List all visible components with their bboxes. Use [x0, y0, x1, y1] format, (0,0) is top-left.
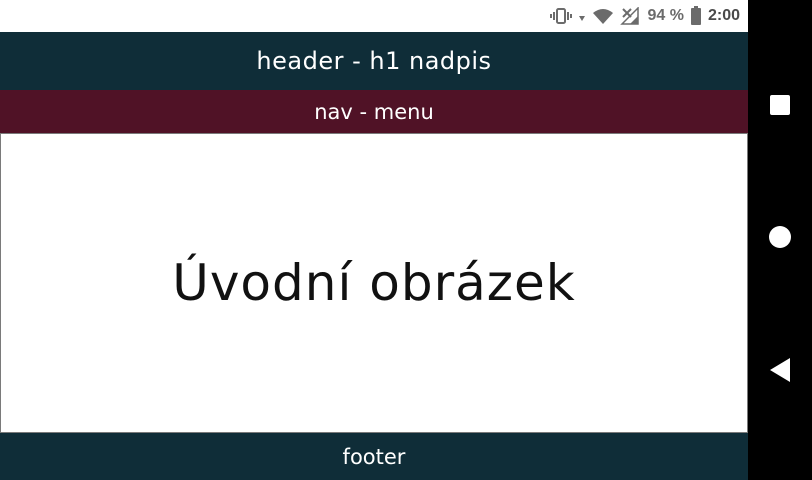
hero-text: Úvodní obrázek: [172, 254, 576, 312]
nav-menu-label[interactable]: nav - menu: [314, 100, 434, 124]
status-icons: 94 % 2:00: [549, 0, 740, 32]
home-icon: [768, 225, 792, 253]
nav-menu[interactable]: nav - menu: [0, 90, 748, 133]
cellular-signal-icon: [619, 7, 640, 25]
clock: 2:00: [707, 7, 740, 24]
vibrate-icon: [549, 7, 572, 25]
data-arrow-icon: [578, 7, 586, 25]
recents-icon: [769, 94, 791, 120]
hero-image-placeholder: Úvodní obrázek: [0, 133, 748, 433]
page-header: header - h1 nadpis: [0, 32, 748, 90]
home-button[interactable]: [748, 207, 812, 271]
page-footer: footer: [0, 433, 748, 480]
system-nav-bar: [748, 0, 812, 480]
recents-button[interactable]: [748, 75, 812, 139]
footer-label: footer: [342, 444, 406, 469]
battery-percent: 94 %: [647, 7, 684, 24]
back-icon: [768, 357, 792, 387]
status-bar: 94 % 2:00: [0, 0, 748, 32]
wifi-icon: [592, 7, 614, 25]
back-button[interactable]: [748, 340, 812, 404]
battery-icon: [690, 6, 702, 26]
page-title: header - h1 nadpis: [256, 47, 492, 75]
